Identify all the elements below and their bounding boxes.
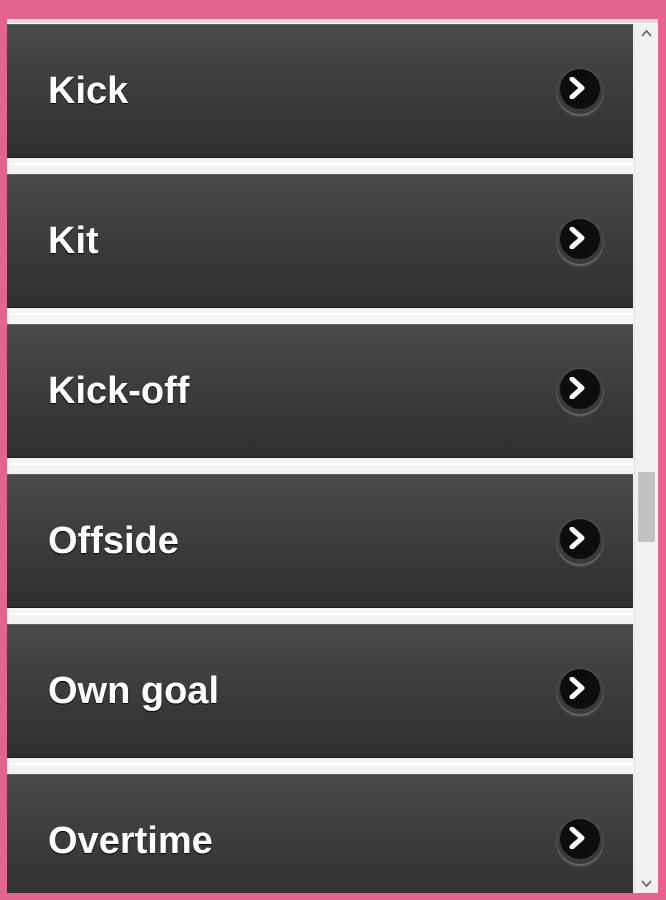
chevron-right-icon[interactable] [557,218,603,264]
list-item-kit[interactable]: Kit [7,174,633,315]
list-item-kick-off[interactable]: Kick-off [7,324,633,465]
list-item-label: Overtime [48,820,213,862]
chevron-right-icon[interactable] [557,818,603,864]
list-item-overtime[interactable]: Overtime [7,774,633,893]
term-list: Kick Kit Kick-off Offside Own goal Overt… [7,24,633,893]
list-item-label: Kick [48,70,129,112]
list-item-label: Kick-off [48,370,190,412]
top-strip [7,19,658,23]
vertical-scrollbar[interactable] [634,24,658,893]
chevron-right-icon[interactable] [557,368,603,414]
list-item-own-goal[interactable]: Own goal [7,624,633,765]
list-item-kick[interactable]: Kick [7,24,633,165]
scrollbar-thumb[interactable] [638,472,655,542]
scroll-down-arrow-icon[interactable] [635,873,658,893]
scroll-up-arrow-icon[interactable] [635,24,658,44]
list-item-offside[interactable]: Offside [7,474,633,615]
list-item-label: Own goal [48,670,219,712]
chevron-right-icon[interactable] [557,668,603,714]
chevron-right-icon[interactable] [557,518,603,564]
list-item-label: Kit [48,220,99,262]
list-item-label: Offside [48,520,179,562]
app-frame: Kick Kit Kick-off Offside Own goal Overt… [7,19,658,893]
chevron-right-icon[interactable] [557,68,603,114]
